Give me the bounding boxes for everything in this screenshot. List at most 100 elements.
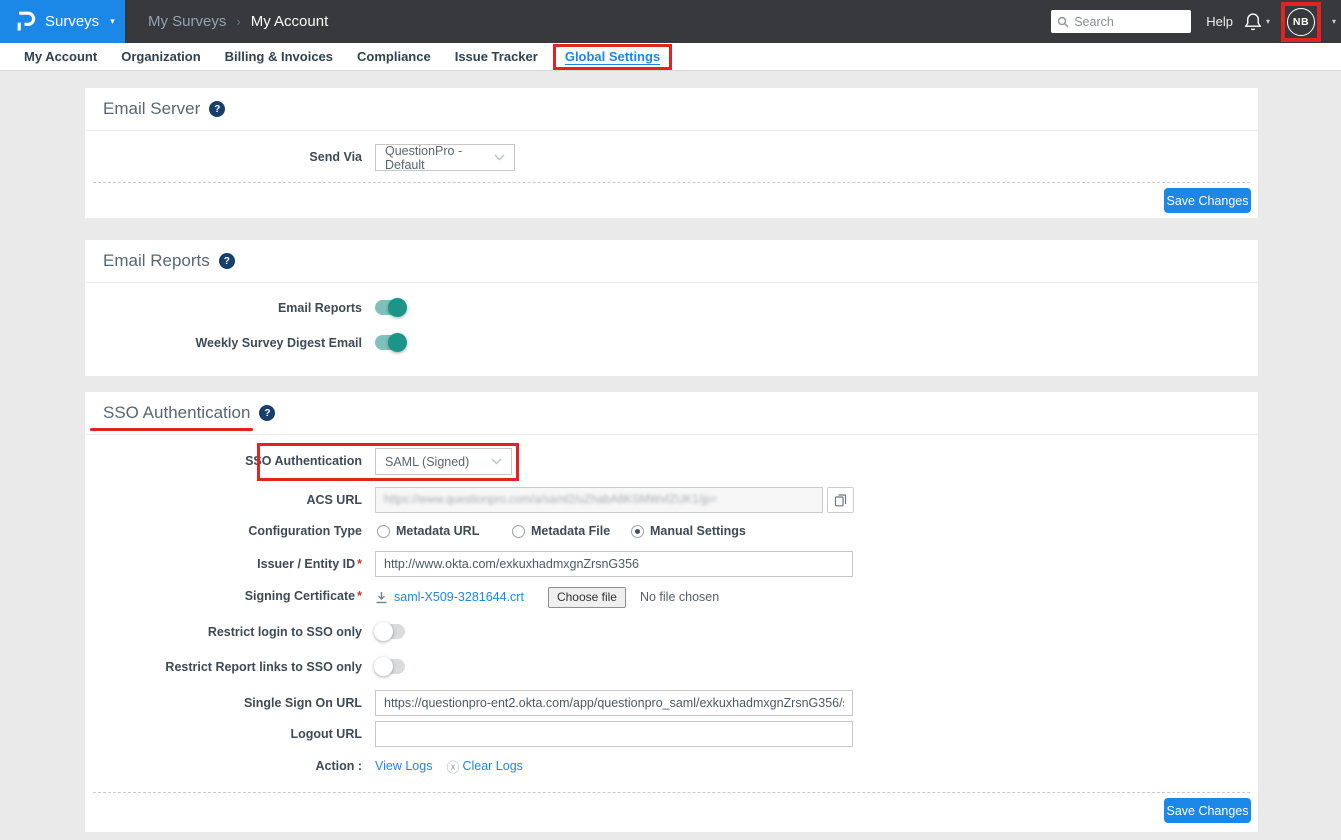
required-marker: * (357, 557, 362, 571)
help-link[interactable]: Help (1206, 14, 1233, 29)
email-server-header: Email Server ? (85, 88, 1258, 131)
chevron-down-icon (494, 154, 505, 161)
chevron-down-icon (491, 458, 502, 465)
search-box[interactable] (1051, 10, 1192, 33)
annotation-avatar-red-box: NB (1280, 1, 1321, 42)
action-row: Action : View Logs ⓧ Clear Logs (85, 758, 1258, 775)
email-reports-toggle-label: Email Reports (277, 301, 362, 315)
certificate-file-link[interactable]: saml-X509-3281644.crt (394, 590, 524, 604)
radio-metadata-file[interactable]: Metadata File (512, 524, 610, 538)
radio-icon[interactable] (377, 524, 390, 538)
notifications-menu[interactable]: ▾ (1244, 12, 1270, 32)
radio-label: Manual Settings (650, 524, 746, 538)
radio-icon[interactable] (512, 524, 525, 538)
logout-url-label: Logout URL (290, 727, 362, 741)
top-navbar: Surveys ▾ My Surveys › My Account Help ▾… (0, 0, 1341, 43)
restrict-login-toggle[interactable] (374, 622, 405, 641)
download-icon (375, 591, 388, 604)
issuer-entity-input[interactable] (375, 551, 853, 577)
tab-global-settings[interactable]: Global Settings (552, 43, 673, 70)
weekly-digest-toggle[interactable] (375, 333, 407, 352)
view-logs-link[interactable]: View Logs (375, 759, 432, 773)
email-server-section: Email Server ? Send Via QuestionPro - De… (85, 88, 1258, 218)
email-reports-toggle[interactable] (375, 298, 407, 317)
required-marker: * (357, 589, 362, 603)
questionpro-logo-icon (15, 9, 36, 34)
radio-label: Metadata File (531, 524, 611, 538)
chevron-down-icon: ▾ (1265, 17, 1270, 26)
radio-label: Metadata URL (396, 524, 480, 538)
sso-auth-label: SSO Authentication (245, 454, 362, 468)
annotation-red-underline (90, 428, 253, 431)
section-title: SSO Authentication (103, 403, 251, 422)
chevron-down-icon: ▾ (110, 16, 115, 26)
account-tab-bar: My Account Organization Billing & Invoic… (0, 43, 1341, 71)
avatar[interactable]: NB (1286, 7, 1315, 36)
sso-auth-value: SAML (Signed) (385, 454, 470, 469)
restrict-report-links-row: Restrict Report links to SSO only (85, 657, 1258, 676)
send-via-row: Send Via QuestionPro - Default (85, 143, 1258, 172)
product-menu-label: Surveys (45, 13, 100, 30)
bell-icon (1244, 12, 1262, 32)
restrict-report-links-toggle[interactable] (374, 657, 405, 676)
section-title: Email Reports (103, 251, 210, 270)
email-reports-toggle-row: Email Reports (85, 298, 1258, 317)
send-via-value: QuestionPro - Default (385, 143, 463, 172)
breadcrumb-my-surveys[interactable]: My Surveys (148, 13, 226, 30)
acs-url-row: ACS URL https://www.questionpro.com/a/sa… (85, 487, 1258, 513)
no-file-chosen-text: No file chosen (639, 590, 720, 604)
save-changes-button[interactable]: Save Changes (1164, 188, 1251, 213)
tab-compliance[interactable]: Compliance (345, 43, 443, 70)
save-changes-button[interactable]: Save Changes (1164, 798, 1251, 823)
single-sign-on-url-label: Single Sign On URL (243, 696, 362, 710)
sso-auth-select[interactable]: SAML (Signed) (375, 448, 512, 475)
restrict-login-label: Restrict login to SSO only (207, 625, 362, 639)
divider (93, 182, 1250, 183)
search-input[interactable] (1074, 14, 1186, 29)
tab-issue-tracker[interactable]: Issue Tracker (443, 43, 550, 70)
single-sign-on-url-input[interactable] (375, 690, 853, 716)
radio-manual-settings[interactable]: Manual Settings (631, 524, 746, 538)
chevron-down-icon: ▾ (1331, 17, 1336, 26)
section-title: Email Server (103, 99, 201, 118)
product-switcher[interactable]: Surveys ▾ (0, 0, 125, 43)
help-icon[interactable]: ? (259, 405, 276, 421)
tab-billing-invoices[interactable]: Billing & Invoices (213, 43, 345, 70)
tab-organization[interactable]: Organization (109, 43, 212, 70)
breadcrumb: My Surveys › My Account (148, 13, 328, 30)
help-icon[interactable]: ? (218, 253, 235, 269)
search-icon (1057, 16, 1069, 28)
radio-icon[interactable] (631, 524, 644, 538)
copy-button[interactable] (827, 487, 854, 513)
issuer-entity-row: Issuer / Entity ID * (85, 551, 1258, 577)
signing-certificate-row: Signing Certificate * saml-X509-3281644.c… (85, 586, 1258, 608)
divider (93, 792, 1250, 793)
breadcrumb-separator-icon: › (236, 14, 241, 29)
issuer-entity-label: Issuer / Entity ID * (257, 557, 362, 571)
circle-x-icon: ⓧ (446, 759, 460, 775)
email-reports-header: Email Reports ? (85, 240, 1258, 283)
send-via-select[interactable]: QuestionPro - Default (375, 143, 515, 172)
clear-logs-link[interactable]: Clear Logs (462, 759, 522, 773)
help-icon[interactable]: ? (209, 101, 226, 117)
signing-certificate-label: Signing Certificate * (244, 589, 362, 603)
configuration-type-row: Configuration Type Metadata URL Metadata… (85, 524, 1258, 538)
acs-url-label: ACS URL (306, 493, 362, 507)
weekly-digest-toggle-label: Weekly Survey Digest Email (195, 336, 362, 350)
acs-url-input: https://www.questionpro.com/a/saml2/uZha… (375, 487, 823, 513)
sso-authentication-section: SSO Authentication ? SSO Authentication … (85, 392, 1258, 832)
single-sign-on-url-row: Single Sign On URL (85, 690, 1258, 716)
send-via-label: Send Via (309, 150, 362, 164)
radio-metadata-url[interactable]: Metadata URL (377, 524, 479, 538)
navbar-left: Surveys ▾ My Surveys › My Account (0, 0, 328, 43)
breadcrumb-my-account: My Account (250, 13, 329, 30)
weekly-digest-toggle-row: Weekly Survey Digest Email (85, 333, 1258, 352)
email-reports-section: Email Reports ? Email Reports Weekly Sur… (85, 240, 1258, 376)
logout-url-input[interactable] (375, 721, 853, 747)
sso-header: SSO Authentication ? (85, 392, 1258, 435)
action-label: Action : (315, 759, 362, 773)
choose-file-button[interactable]: Choose file (547, 586, 626, 608)
sso-auth-row: SSO Authentication SAML (Signed) (85, 448, 1258, 475)
navbar-right: Help ▾ NB ▾ (1051, 0, 1341, 43)
tab-my-account[interactable]: My Account (12, 43, 109, 70)
